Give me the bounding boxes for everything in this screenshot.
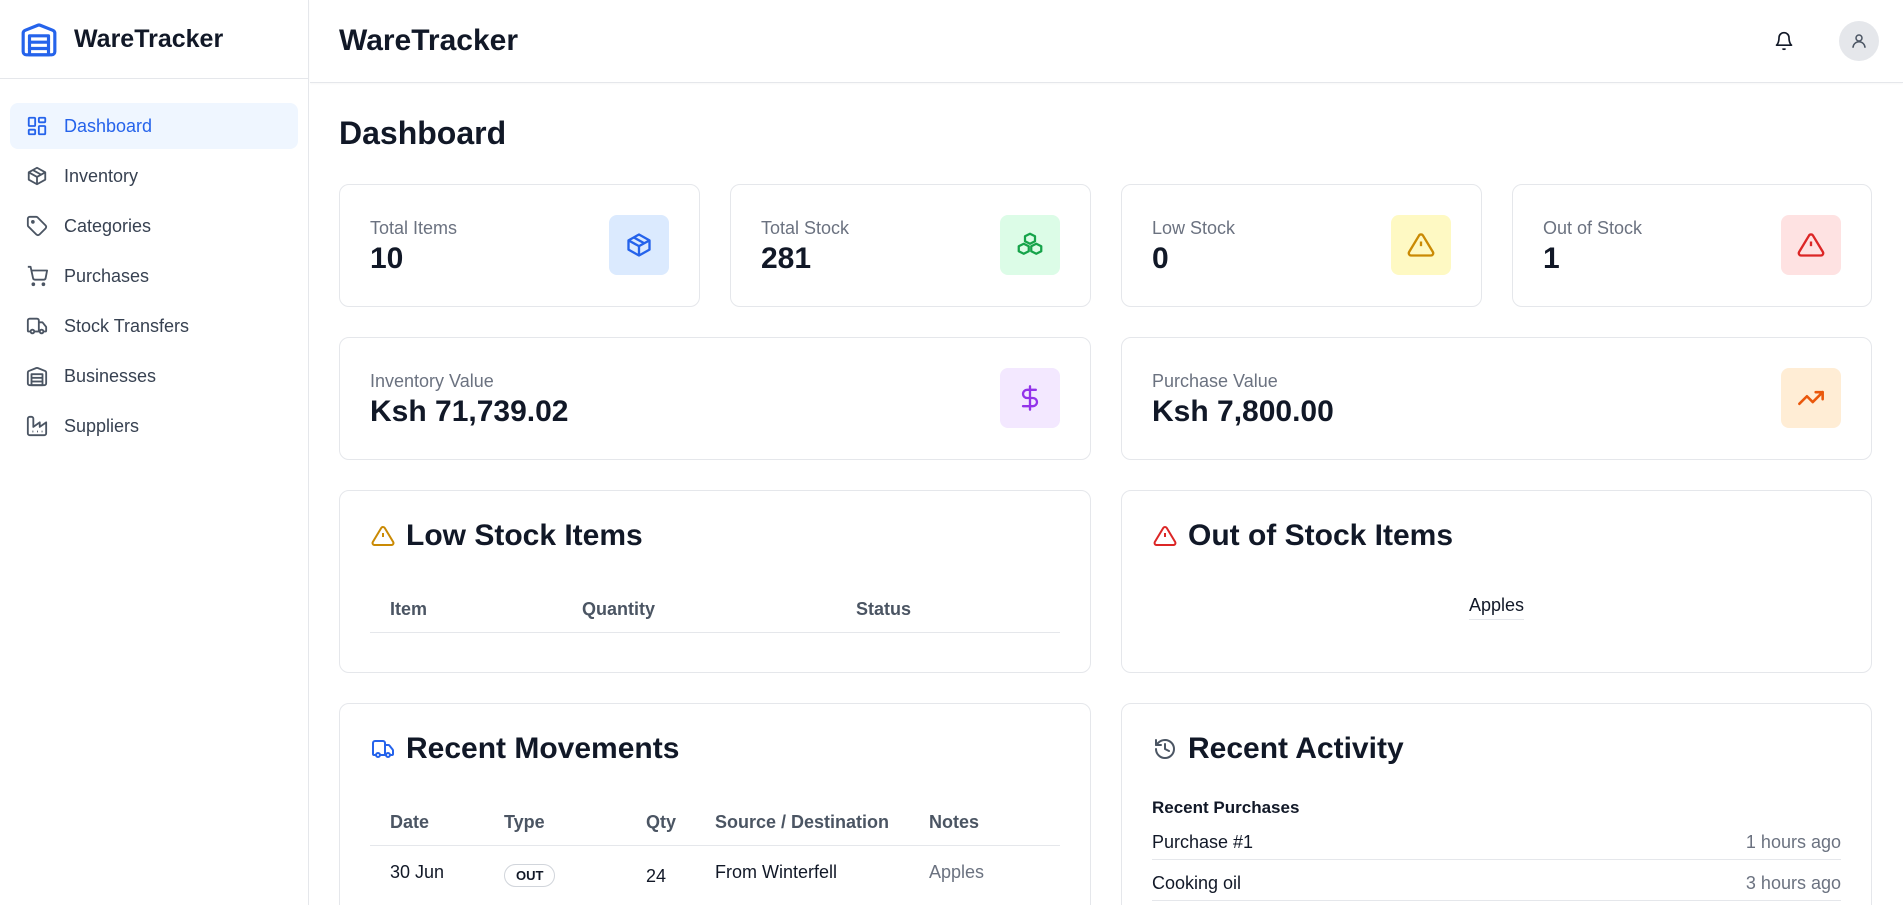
- section-title-text: Low Stock Items: [406, 519, 643, 552]
- sidebar-item-suppliers[interactable]: Suppliers: [10, 403, 298, 449]
- activity-name: Cooking oil: [1152, 873, 1242, 893]
- sidebar-item-label: Categories: [64, 215, 152, 236]
- user-icon: [1852, 34, 1866, 48]
- main-content: Dashboard Total Items 10 Total Stock 281…: [339, 83, 1872, 905]
- column-header-source-destination: Source / Destination: [715, 812, 890, 832]
- section-title: Low Stock Items: [370, 519, 643, 553]
- sidebar: WareTracker Dashboard Inventory Categori…: [0, 0, 309, 905]
- sidebar-nav: Dashboard Inventory Categories Purchases…: [0, 79, 308, 449]
- low-stock-items-card: Low Stock Items Item Quantity Status: [339, 490, 1091, 673]
- section-title-text: Recent Movements: [406, 732, 680, 765]
- table-header: Item Quantity Status: [370, 585, 1060, 633]
- stat-label: Out of Stock: [1543, 218, 1643, 238]
- sidebar-item-categories[interactable]: Categories: [10, 203, 298, 249]
- activity-name: Purchase #1: [1152, 832, 1254, 852]
- movement-date: 30 Jun: [390, 862, 445, 882]
- stat-value: 10: [370, 242, 404, 275]
- table-row[interactable]: 30 Jun OUT 24 From Winterfell Apples: [370, 852, 1060, 902]
- movement-notes: Apples: [929, 862, 985, 882]
- stat-card-inventory-value: Inventory Value Ksh 71,739.02: [339, 337, 1091, 460]
- stat-label: Total Items: [370, 218, 458, 238]
- column-header-quantity: Quantity: [582, 599, 656, 619]
- movement-source: From Winterfell: [715, 862, 838, 882]
- section-title: Recent Activity: [1152, 732, 1404, 766]
- section-title-text: Recent Activity: [1188, 732, 1404, 765]
- list-item[interactable]: Purchase #1 1 hours ago: [1152, 826, 1841, 860]
- section-title: Out of Stock Items: [1152, 519, 1453, 553]
- stat-value: 1: [1543, 242, 1560, 275]
- section-title-text: Out of Stock Items: [1188, 519, 1454, 552]
- history-icon: [1152, 736, 1178, 762]
- brand-name: WareTracker: [74, 24, 224, 53]
- movement-type-badge: OUT: [504, 864, 556, 887]
- box-icon: [24, 163, 50, 189]
- stat-label: Purchase Value: [1152, 371, 1278, 391]
- stat-card-out-of-stock: Out of Stock 1: [1512, 184, 1872, 307]
- stat-label: Low Stock: [1152, 218, 1236, 238]
- sidebar-item-label: Dashboard: [64, 115, 153, 136]
- sidebar-item-label: Stock Transfers: [64, 315, 190, 336]
- warehouse-icon: [24, 363, 50, 389]
- stat-card-total-stock: Total Stock 281: [730, 184, 1091, 307]
- sidebar-item-label: Purchases: [64, 265, 150, 286]
- truck-icon: [24, 313, 50, 339]
- warehouse-logo-icon: [20, 20, 58, 58]
- activity-time: 3 hours ago: [1745, 873, 1841, 893]
- activity-time: 1 hours ago: [1745, 832, 1841, 852]
- column-header-date: Date: [390, 812, 430, 832]
- trending-up-icon: [1781, 368, 1841, 428]
- stat-label: Inventory Value: [370, 371, 494, 391]
- header-title: WareTracker: [339, 24, 519, 57]
- cart-icon: [24, 263, 50, 289]
- list-item[interactable]: Cooking oil 3 hours ago: [1152, 867, 1841, 901]
- box-icon: [609, 215, 669, 275]
- page-title: Dashboard: [339, 115, 507, 151]
- sidebar-item-label: Suppliers: [64, 415, 140, 436]
- recent-activity-card: Recent Activity Recent Purchases Purchas…: [1121, 703, 1872, 905]
- stat-value: 0: [1152, 242, 1169, 275]
- dollar-icon: [1000, 368, 1060, 428]
- brand[interactable]: WareTracker: [0, 0, 308, 79]
- column-header-status: Status: [856, 599, 912, 619]
- table-header: Date Type Qty Source / Destination Notes: [370, 798, 1060, 846]
- tag-icon: [24, 213, 50, 239]
- out-of-stock-items-card: Out of Stock Items Apples: [1121, 490, 1872, 673]
- boxes-icon: [1000, 215, 1060, 275]
- recent-purchases-heading: Recent Purchases: [1152, 798, 1300, 817]
- stat-value: Ksh 71,739.02: [370, 395, 569, 428]
- stat-card-total-items: Total Items 10: [339, 184, 700, 307]
- sidebar-item-businesses[interactable]: Businesses: [10, 353, 298, 399]
- list-item: Apples: [1122, 595, 1871, 620]
- user-avatar[interactable]: [1839, 21, 1879, 61]
- recent-movements-card: Recent Movements Date Type Qty Source / …: [339, 703, 1091, 905]
- movement-qty: 24: [646, 866, 667, 886]
- sidebar-item-stock-transfers[interactable]: Stock Transfers: [10, 303, 298, 349]
- warning-icon: [1391, 215, 1451, 275]
- stat-value: Ksh 7,800.00: [1152, 395, 1334, 428]
- warning-icon: [370, 523, 396, 549]
- column-header-qty: Qty: [646, 812, 677, 832]
- sidebar-item-label: Inventory: [64, 165, 139, 186]
- stat-card-low-stock: Low Stock 0: [1121, 184, 1482, 307]
- out-of-stock-item-name: Apples: [1468, 595, 1525, 620]
- truck-icon: [370, 736, 396, 762]
- stat-value: 281: [761, 242, 812, 275]
- sidebar-item-dashboard[interactable]: Dashboard: [10, 103, 298, 149]
- stat-label: Total Stock: [761, 218, 850, 238]
- section-title: Recent Movements: [370, 732, 679, 766]
- top-bar: WareTracker: [310, 0, 1903, 83]
- dashboard-icon: [24, 113, 50, 139]
- column-header-item: Item: [390, 599, 428, 619]
- column-header-notes: Notes: [929, 812, 980, 832]
- sidebar-item-purchases[interactable]: Purchases: [10, 253, 298, 299]
- stat-card-purchase-value: Purchase Value Ksh 7,800.00: [1121, 337, 1872, 460]
- alert-icon: [1781, 215, 1841, 275]
- factory-icon: [24, 413, 50, 439]
- column-header-type: Type: [504, 812, 545, 832]
- bell-icon[interactable]: [1771, 28, 1797, 54]
- sidebar-item-inventory[interactable]: Inventory: [10, 153, 298, 199]
- sidebar-item-label: Businesses: [64, 365, 157, 386]
- alert-icon: [1152, 523, 1178, 549]
